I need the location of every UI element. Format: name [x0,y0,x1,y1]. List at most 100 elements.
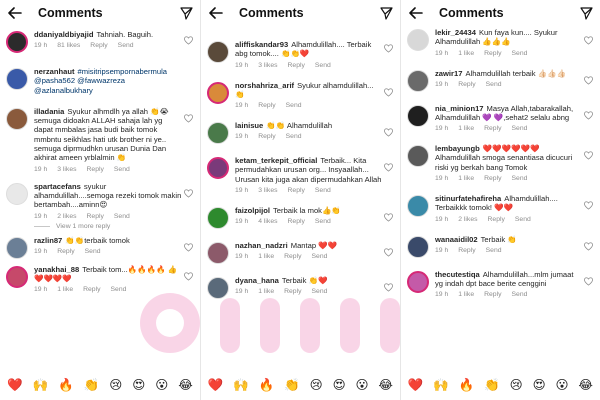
send-button[interactable]: Send [85,248,101,255]
reply-button[interactable]: Reply [83,286,100,293]
comment-list[interactable]: ddaniyaldbiyajid Tahniah. Baguih. 19 h 81… [0,26,200,370]
emoji-button[interactable]: 😮 [355,378,368,392]
emoji-button[interactable]: 🙌 [233,378,249,392]
comment-username[interactable]: lekir_24434 [435,28,476,37]
likes-count[interactable]: 3 likes [258,62,277,69]
likes-count[interactable]: 81 likes [57,42,80,49]
emoji-button[interactable]: 😍 [333,378,346,392]
reply-button[interactable]: Reply [484,175,501,182]
avatar[interactable] [407,195,429,218]
back-arrow-icon[interactable] [207,4,225,22]
avatar[interactable] [6,31,28,53]
comment-username[interactable]: razlin87 [34,236,62,245]
reply-button[interactable]: Reply [284,253,301,260]
heart-outline-icon[interactable] [384,163,393,172]
reply-button[interactable]: Reply [284,288,301,295]
reply-button[interactable]: Reply [458,81,475,88]
send-button[interactable]: Send [512,175,528,182]
comment-username[interactable]: wanaaidil02 [435,235,478,244]
emoji-button[interactable]: 😢 [510,378,523,392]
emoji-button[interactable]: 😍 [533,378,546,392]
likes-count[interactable]: 3 likes [57,166,76,173]
emoji-button[interactable]: ❤️ [7,378,23,392]
avatar[interactable] [207,157,229,180]
send-button[interactable]: Send [486,247,502,254]
reply-button[interactable]: Reply [57,248,74,255]
emoji-button[interactable]: ❤️ [208,378,224,392]
heart-outline-icon[interactable] [184,36,193,45]
send-button[interactable]: Send [114,213,130,220]
emoji-button[interactable]: ❤️ [408,378,424,392]
avatar[interactable] [207,242,229,265]
likes-count[interactable]: 1 like [458,291,474,298]
emoji-button[interactable]: 🙌 [433,378,449,392]
likes-count[interactable]: 4 likes [258,218,277,225]
send-button[interactable]: Send [315,62,331,69]
reply-button[interactable]: Reply [288,62,305,69]
send-button[interactable]: Send [111,286,127,293]
send-button[interactable]: Send [512,291,528,298]
heart-outline-icon[interactable] [384,248,393,257]
send-button[interactable]: Send [315,218,331,225]
heart-outline-icon[interactable] [184,188,193,198]
comment-username[interactable]: ddaniyaldbiyajid [34,30,94,39]
likes-count[interactable]: 1 like [458,125,474,132]
likes-count[interactable]: 2 likes [57,213,76,220]
send-button[interactable]: Send [286,102,302,109]
send-button[interactable]: Send [118,42,134,49]
comment-username[interactable]: spartacefans [34,182,81,191]
emoji-button[interactable]: 😮 [155,378,168,392]
heart-outline-icon[interactable] [384,213,393,222]
comment-username[interactable]: aliffiskandar93 [235,40,288,49]
send-button[interactable]: Send [286,133,302,140]
avatar[interactable] [407,104,429,127]
send-button[interactable]: Send [512,125,528,132]
heart-outline-icon[interactable] [584,201,593,210]
likes-count[interactable]: 1 like [458,175,474,182]
back-arrow-icon[interactable] [407,4,425,22]
likes-count[interactable]: 1 like [458,50,474,57]
emoji-button[interactable]: 🙌 [33,378,49,392]
likes-count[interactable]: 2 likes [458,216,477,223]
reply-button[interactable]: Reply [484,50,501,57]
emoji-button[interactable]: 😢 [109,378,122,392]
heart-outline-icon[interactable] [584,241,593,251]
reply-button[interactable]: Reply [484,291,501,298]
send-button[interactable]: Send [114,166,130,173]
avatar[interactable] [407,235,429,258]
send-button[interactable]: Send [515,216,531,223]
heart-outline-icon[interactable] [384,283,393,292]
reply-button[interactable]: Reply [458,247,475,254]
emoji-button[interactable]: 😂 [178,378,193,392]
paper-plane-icon[interactable] [578,5,594,21]
avatar[interactable] [207,41,229,63]
send-button[interactable]: Send [312,253,328,260]
reply-button[interactable]: Reply [90,42,107,49]
heart-outline-icon[interactable] [384,44,393,53]
comment-username[interactable]: norshahriza_arif [235,81,294,90]
comment-username[interactable]: ketam_terkepit_official [235,156,317,165]
comment-username[interactable]: illadania [34,107,64,116]
heart-outline-icon[interactable] [384,87,393,97]
heart-outline-icon[interactable] [584,276,593,286]
reply-button[interactable]: Reply [87,213,104,220]
send-button[interactable]: Send [312,288,328,295]
avatar[interactable] [207,277,229,300]
likes-count[interactable]: 1 like [258,288,274,295]
emoji-button[interactable]: 😮 [555,378,568,392]
comment-username[interactable]: sitinurfatehafireha [435,194,501,203]
send-button[interactable]: Send [315,187,331,194]
emoji-button[interactable]: 🔥 [259,378,275,392]
comment-username[interactable]: zawir17 [435,69,462,78]
reply-button[interactable]: Reply [87,166,104,173]
emoji-button[interactable]: 👏 [84,378,100,392]
reply-button[interactable]: Reply [484,125,501,132]
avatar[interactable] [407,29,429,51]
comment-username[interactable]: faizolpijol [235,206,270,215]
view-more-replies-link[interactable]: View 1 more reply [0,223,200,233]
emoji-button[interactable]: 😂 [578,378,593,392]
avatar[interactable] [6,68,28,90]
emoji-button[interactable]: 👏 [284,378,300,392]
comment-username[interactable]: lainisue [235,121,263,130]
send-button[interactable]: Send [486,81,502,88]
